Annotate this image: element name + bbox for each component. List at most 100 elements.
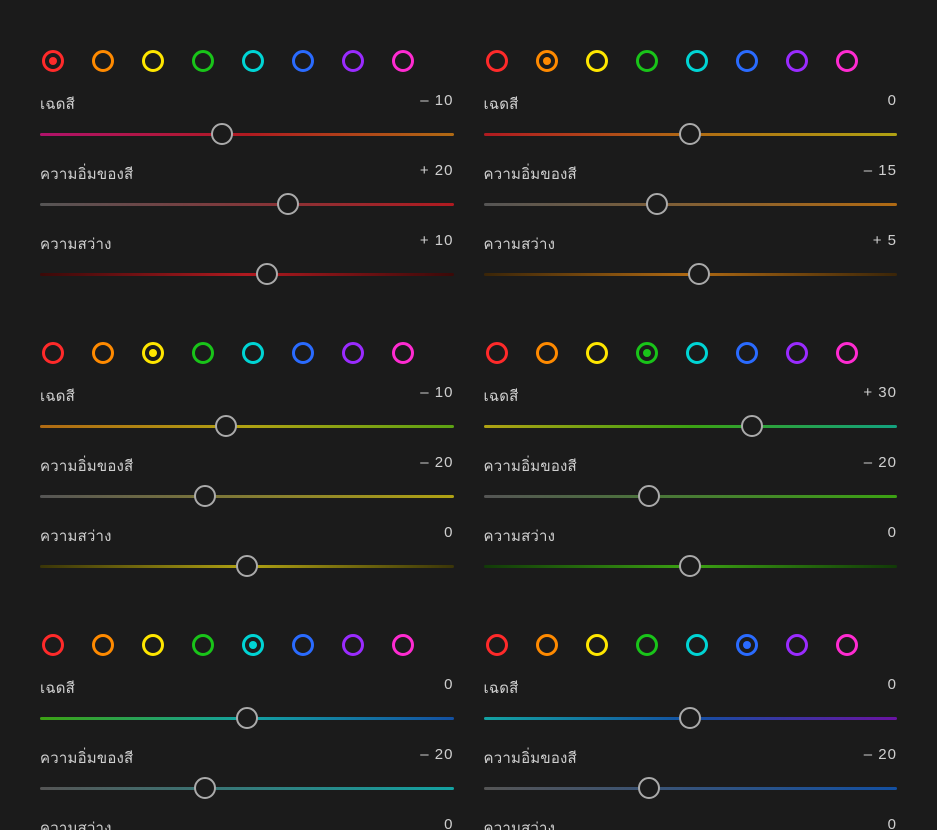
hue-track[interactable]: [40, 416, 454, 436]
color-swatch[interactable]: [192, 634, 214, 656]
color-swatch[interactable]: [636, 634, 658, 656]
color-swatch[interactable]: [786, 50, 808, 72]
color-swatch[interactable]: [736, 634, 758, 656]
saturation-thumb[interactable]: [638, 777, 660, 799]
hue-label: เฉดสี: [40, 92, 75, 116]
luminance-value: + 10: [420, 232, 454, 256]
color-swatch[interactable]: [536, 50, 558, 72]
color-swatch[interactable]: [242, 342, 264, 364]
color-swatch[interactable]: [392, 634, 414, 656]
hue-thumb[interactable]: [215, 415, 237, 437]
hue-thumb[interactable]: [211, 123, 233, 145]
color-swatch[interactable]: [292, 50, 314, 72]
saturation-thumb[interactable]: [194, 485, 216, 507]
luminance-thumb[interactable]: [679, 555, 701, 577]
luminance-value: + 5: [873, 232, 897, 256]
color-swatch[interactable]: [192, 50, 214, 72]
luminance-label: ความสว่าง: [484, 232, 556, 256]
saturation-thumb[interactable]: [194, 777, 216, 799]
luminance-track[interactable]: [484, 264, 898, 284]
color-swatch[interactable]: [192, 342, 214, 364]
color-swatch[interactable]: [686, 634, 708, 656]
color-swatch-row: [484, 342, 898, 364]
luminance-thumb[interactable]: [236, 555, 258, 577]
color-swatch[interactable]: [342, 634, 364, 656]
saturation-track[interactable]: [484, 194, 898, 214]
color-swatch[interactable]: [586, 50, 608, 72]
saturation-thumb[interactable]: [646, 193, 668, 215]
luminance-track[interactable]: [40, 556, 454, 576]
luminance-track[interactable]: [484, 556, 898, 576]
color-swatch[interactable]: [786, 634, 808, 656]
hue-thumb[interactable]: [236, 707, 258, 729]
color-swatch[interactable]: [836, 634, 858, 656]
color-swatch[interactable]: [736, 342, 758, 364]
saturation-thumb[interactable]: [638, 485, 660, 507]
color-swatch-row: [40, 342, 454, 364]
color-swatch[interactable]: [686, 342, 708, 364]
color-swatch[interactable]: [392, 50, 414, 72]
luminance-track[interactable]: [40, 264, 454, 284]
saturation-thumb[interactable]: [277, 193, 299, 215]
hue-value: 0: [888, 676, 897, 700]
luminance-slider: ความสว่าง0: [484, 816, 898, 830]
color-swatch[interactable]: [342, 342, 364, 364]
hue-thumb[interactable]: [741, 415, 763, 437]
hue-slider: เฉดสี– 10: [40, 384, 454, 436]
luminance-label: ความสว่าง: [40, 816, 112, 830]
saturation-track[interactable]: [484, 778, 898, 798]
color-swatch[interactable]: [836, 50, 858, 72]
color-swatch[interactable]: [342, 50, 364, 72]
luminance-slider: ความสว่าง0: [484, 524, 898, 576]
color-panel: เฉดสี0ความอิ่มของสี– 20ความสว่าง0: [484, 634, 898, 830]
saturation-track[interactable]: [40, 194, 454, 214]
hue-label: เฉดสี: [484, 92, 519, 116]
color-swatch[interactable]: [586, 342, 608, 364]
luminance-thumb[interactable]: [256, 263, 278, 285]
luminance-label: ความสว่าง: [484, 524, 556, 548]
color-swatch[interactable]: [392, 342, 414, 364]
hue-track[interactable]: [484, 416, 898, 436]
color-swatch[interactable]: [92, 634, 114, 656]
color-swatch[interactable]: [486, 634, 508, 656]
color-swatch[interactable]: [92, 342, 114, 364]
color-panel: เฉดสี– 10ความอิ่มของสี– 20ความสว่าง0: [40, 342, 454, 594]
color-swatch[interactable]: [786, 342, 808, 364]
color-swatch[interactable]: [836, 342, 858, 364]
luminance-label: ความสว่าง: [40, 524, 112, 548]
hue-thumb[interactable]: [679, 707, 701, 729]
saturation-track[interactable]: [40, 778, 454, 798]
color-swatch[interactable]: [142, 342, 164, 364]
color-swatch[interactable]: [42, 50, 64, 72]
color-swatch[interactable]: [142, 50, 164, 72]
hue-thumb[interactable]: [679, 123, 701, 145]
color-swatch[interactable]: [736, 50, 758, 72]
color-swatch[interactable]: [486, 50, 508, 72]
hue-track[interactable]: [484, 124, 898, 144]
color-swatch[interactable]: [486, 342, 508, 364]
color-swatch[interactable]: [142, 634, 164, 656]
color-swatch[interactable]: [536, 634, 558, 656]
color-swatch-row: [40, 50, 454, 72]
color-swatch[interactable]: [636, 50, 658, 72]
hue-track[interactable]: [484, 708, 898, 728]
hue-label: เฉดสี: [40, 384, 75, 408]
color-swatch[interactable]: [636, 342, 658, 364]
color-swatch[interactable]: [292, 342, 314, 364]
saturation-slider: ความอิ่มของสี– 20: [40, 454, 454, 506]
color-swatch[interactable]: [586, 634, 608, 656]
color-swatch[interactable]: [42, 634, 64, 656]
hue-track[interactable]: [40, 124, 454, 144]
color-swatch[interactable]: [292, 634, 314, 656]
color-swatch[interactable]: [686, 50, 708, 72]
luminance-thumb[interactable]: [688, 263, 710, 285]
saturation-track[interactable]: [40, 486, 454, 506]
color-swatch[interactable]: [536, 342, 558, 364]
color-swatch[interactable]: [242, 50, 264, 72]
color-swatch[interactable]: [42, 342, 64, 364]
saturation-label: ความอิ่มของสี: [40, 746, 133, 770]
color-swatch[interactable]: [92, 50, 114, 72]
hue-track[interactable]: [40, 708, 454, 728]
saturation-track[interactable]: [484, 486, 898, 506]
color-swatch[interactable]: [242, 634, 264, 656]
